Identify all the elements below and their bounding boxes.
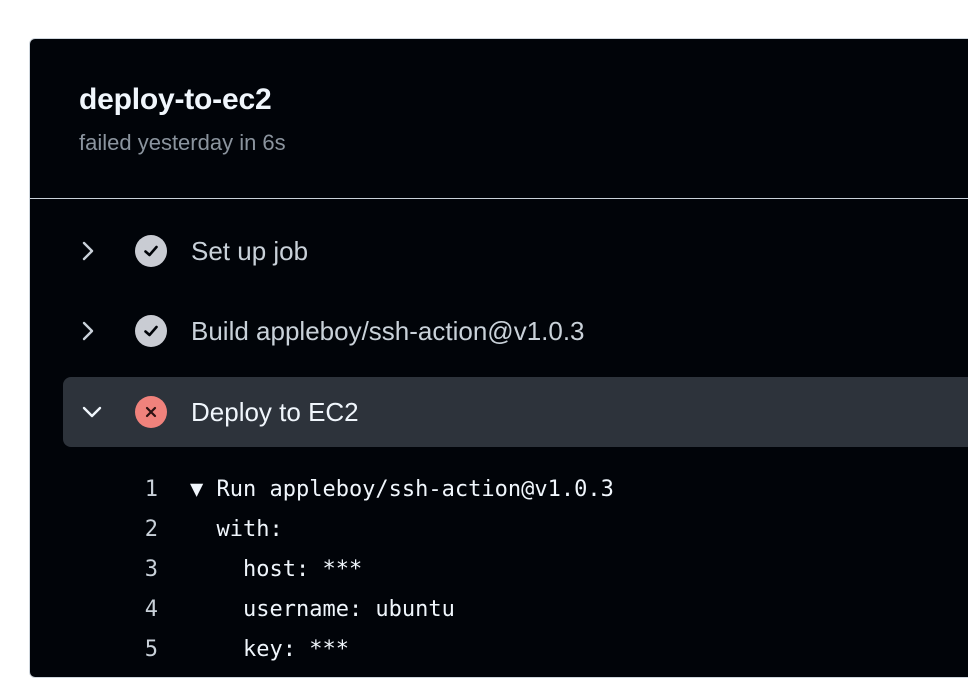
job-status-text: failed yesterday in 6s [79,130,286,155]
line-number[interactable]: 3 [30,557,158,582]
step-log-output: 1 ▼ Run appleboy/ssh-action@v1.0.3 2 wit… [30,469,968,669]
chevron-right-icon[interactable] [81,240,121,262]
line-number[interactable]: 1 [30,477,158,502]
job-log-panel: deploy-to-ec2 failed yesterday in 6s Set… [29,38,968,678]
step-label: Deploy to EC2 [191,396,359,427]
step-label: Build appleboy/ssh-action@v1.0.3 [191,315,585,346]
check-circle-icon [135,315,167,347]
log-line[interactable]: 4 username: ubuntu [30,589,968,629]
log-line[interactable]: 1 ▼ Run appleboy/ssh-action@v1.0.3 [30,469,968,509]
step-deploy-to-ec2[interactable]: Deploy to EC2 [63,377,968,447]
log-line-text[interactable]: ▼ Run appleboy/ssh-action@v1.0.3 [190,477,614,502]
step-build-ssh-action[interactable]: Build appleboy/ssh-action@v1.0.3 [63,296,968,366]
line-number[interactable]: 4 [30,597,158,622]
job-title: deploy-to-ec2 [79,83,272,116]
line-number[interactable]: 5 [30,637,158,662]
log-line-text: username: ubuntu [190,596,455,622]
log-line-text: host: *** [190,556,363,582]
step-label: Set up job [191,235,309,266]
step-set-up-job[interactable]: Set up job [63,216,968,286]
x-circle-icon [135,396,167,428]
job-header: deploy-to-ec2 failed yesterday in 6s [30,39,968,199]
log-line-text: key: *** [190,636,349,662]
log-line-text: with: [190,516,283,542]
check-circle-icon [135,235,167,267]
log-line[interactable]: 3 host: *** [30,549,968,589]
chevron-right-icon[interactable] [81,320,121,342]
chevron-down-icon[interactable] [81,405,121,419]
log-line[interactable]: 5 key: *** [30,629,968,669]
line-number[interactable]: 2 [30,517,158,542]
log-line[interactable]: 2 with: [30,509,968,549]
